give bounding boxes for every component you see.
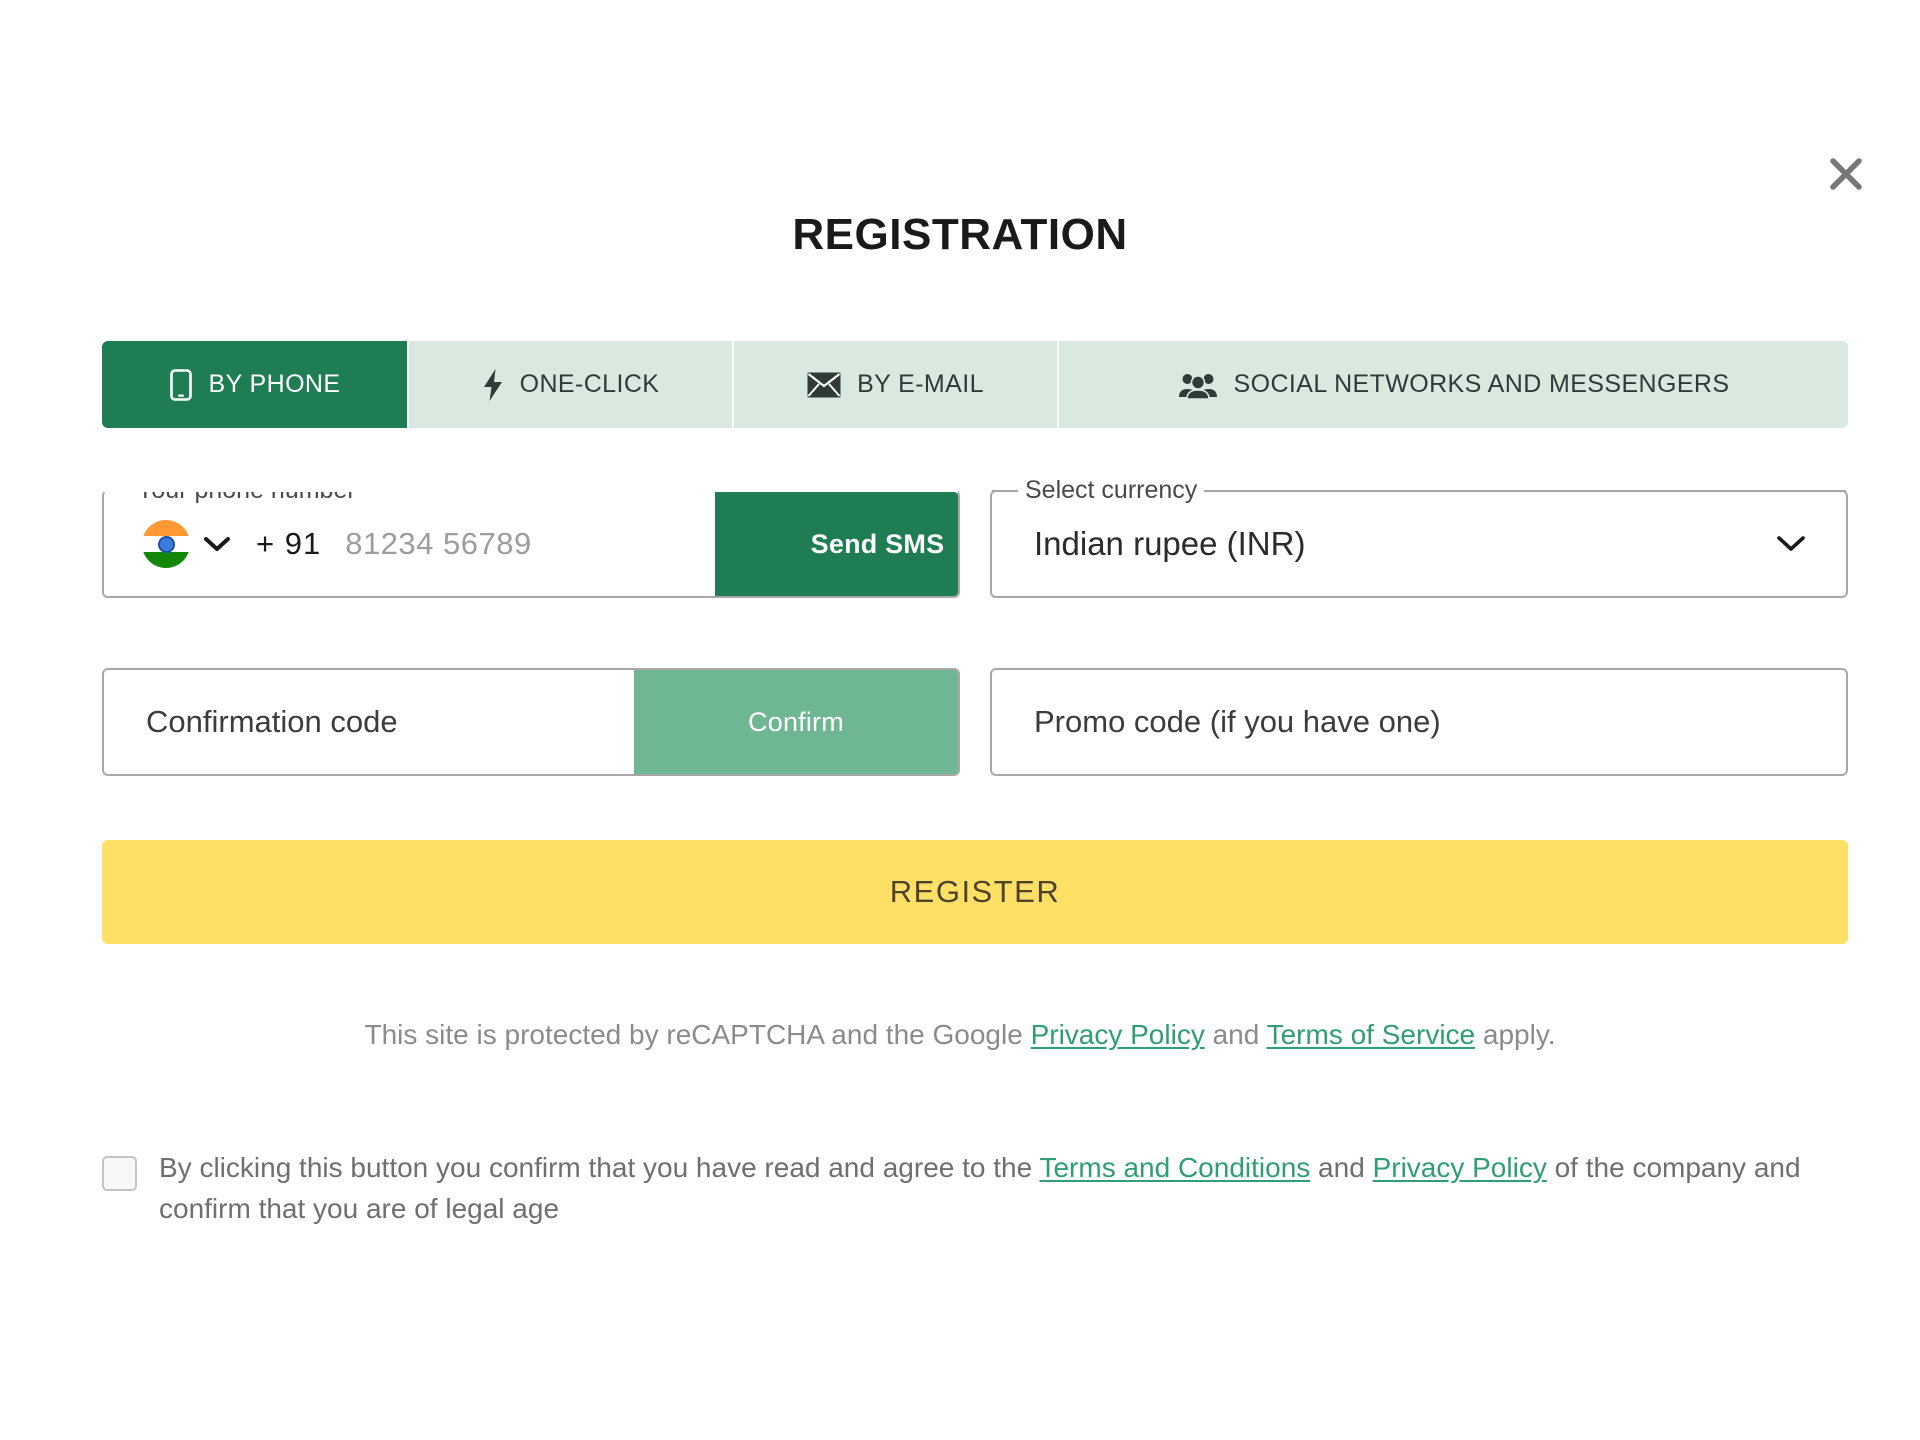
google-terms-of-service-link[interactable]: Terms of Service bbox=[1267, 1019, 1476, 1050]
chevron-down-icon[interactable] bbox=[1776, 535, 1846, 553]
people-group-icon bbox=[1178, 371, 1218, 399]
mobile-phone-icon bbox=[169, 368, 193, 401]
lightning-bolt-icon bbox=[482, 368, 504, 401]
promo-input-wrapper bbox=[990, 668, 1848, 776]
google-privacy-policy-link[interactable]: Privacy Policy bbox=[1031, 1019, 1205, 1050]
recaptcha-suffix: apply. bbox=[1475, 1019, 1556, 1050]
phone-entry-area: + 91 bbox=[104, 492, 745, 596]
terms-agreement-checkbox[interactable] bbox=[102, 1156, 137, 1191]
tab-social-networks[interactable]: SOCIAL NETWORKS AND MESSENGERS bbox=[1059, 341, 1848, 428]
confirmation-input-wrapper: Confirm bbox=[102, 668, 960, 776]
tab-one-click-label: ONE-CLICK bbox=[519, 370, 660, 398]
phone-number-input[interactable] bbox=[345, 526, 745, 562]
registration-method-tabs: BY PHONE ONE-CLICK BY E-MAIL SOCIAL NETW… bbox=[102, 341, 1848, 428]
tab-social-networks-label: SOCIAL NETWORKS AND MESSENGERS bbox=[1233, 370, 1730, 398]
india-flag-icon[interactable] bbox=[142, 520, 190, 568]
tab-by-email[interactable]: BY E-MAIL bbox=[734, 341, 1059, 428]
currency-select[interactable]: Select currency Indian rupee (INR) bbox=[990, 477, 1848, 598]
terms-agreement-row: By clicking this button you confirm that… bbox=[102, 1148, 1852, 1229]
tab-by-email-label: BY E-MAIL bbox=[857, 370, 984, 398]
confirm-button[interactable]: Confirm bbox=[634, 670, 958, 774]
form-row-secondary: Confirm bbox=[102, 668, 1848, 776]
form-row-primary: Your phone number + 91 Send SMS bbox=[102, 477, 1848, 598]
close-button[interactable] bbox=[1814, 142, 1878, 206]
country-chevron-down-icon[interactable] bbox=[204, 536, 230, 552]
terms-middle: and bbox=[1310, 1152, 1373, 1183]
currency-selected-value: Indian rupee (INR) bbox=[1034, 525, 1306, 562]
terms-and-conditions-link[interactable]: Terms and Conditions bbox=[1039, 1152, 1310, 1183]
promo-code-input[interactable] bbox=[992, 670, 1846, 774]
recaptcha-prefix: This site is protected by reCAPTCHA and … bbox=[364, 1019, 1031, 1050]
currency-legend-notch: Select currency bbox=[992, 477, 1846, 503]
page-title: REGISTRATION bbox=[792, 210, 1128, 259]
confirmation-code-input[interactable] bbox=[104, 670, 634, 774]
recaptcha-notice: This site is protected by reCAPTCHA and … bbox=[0, 1019, 1920, 1051]
privacy-policy-link[interactable]: Privacy Policy bbox=[1373, 1152, 1547, 1183]
terms-prefix: By clicking this button you confirm that… bbox=[159, 1152, 1040, 1183]
currency-field-group: Select currency Indian rupee (INR) bbox=[990, 477, 1848, 598]
registration-modal: REGISTRATION BY PHONE ONE-CLICK BY E-MAI… bbox=[0, 0, 1920, 1440]
dial-code: + 91 bbox=[256, 526, 322, 561]
register-button[interactable]: REGISTER bbox=[102, 840, 1848, 944]
tab-by-phone[interactable]: BY PHONE bbox=[102, 341, 409, 428]
currency-legend-label: Select currency bbox=[1018, 477, 1205, 503]
send-sms-button[interactable]: Send SMS bbox=[715, 492, 958, 596]
recaptcha-middle: and bbox=[1204, 1019, 1267, 1050]
tab-one-click[interactable]: ONE-CLICK bbox=[409, 341, 734, 428]
terms-agreement-text: By clicking this button you confirm that… bbox=[159, 1148, 1852, 1229]
confirmation-field-group: Confirm bbox=[102, 668, 960, 776]
phone-input-wrapper: Your phone number + 91 Send SMS bbox=[102, 490, 960, 598]
close-icon bbox=[1826, 154, 1866, 194]
phone-field-group: Your phone number + 91 Send SMS bbox=[102, 490, 960, 598]
envelope-icon bbox=[807, 372, 841, 398]
promo-field-group bbox=[990, 668, 1848, 776]
tab-by-phone-label: BY PHONE bbox=[208, 370, 341, 398]
